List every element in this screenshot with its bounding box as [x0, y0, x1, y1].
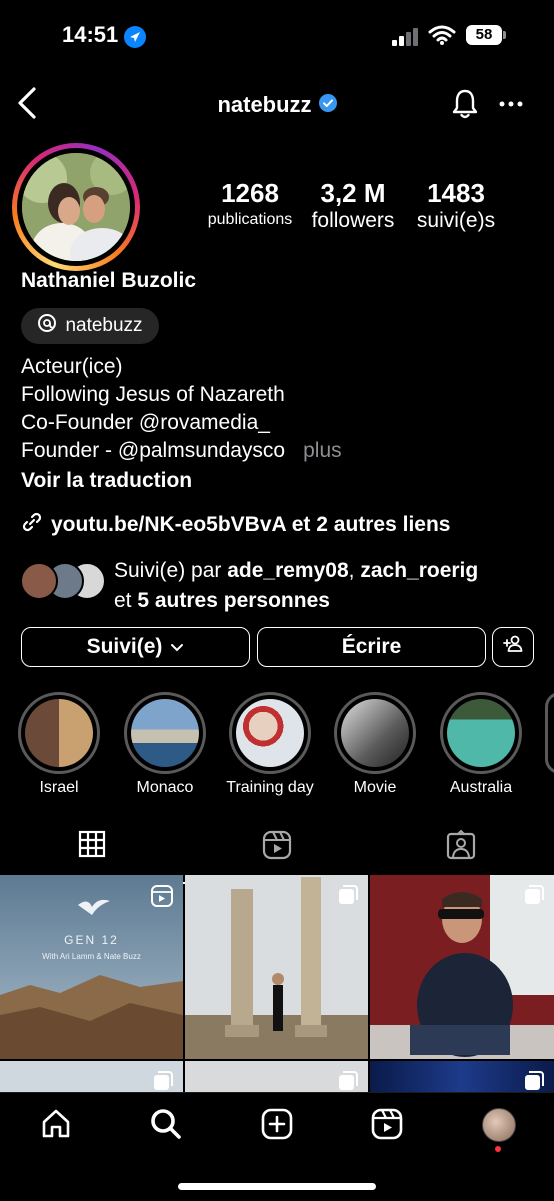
highlight-movie[interactable]	[334, 692, 416, 774]
mutual-followers-text[interactable]: Suivi(e) par ade_remy08, zach_roerig et …	[114, 556, 544, 616]
stat-followers-label: followers	[311, 209, 395, 232]
external-link-text: youtu.be/NK-eo5bVBvA et 2 autres liens	[51, 513, 451, 536]
profile-full-name: Nathaniel Buzolic	[21, 269, 197, 292]
stat-following-value: 1483	[427, 178, 485, 208]
carousel-indicator-icon	[338, 1071, 358, 1092]
mutual-user-2: zach_roerig	[360, 559, 479, 582]
mutual-avatar-1	[20, 562, 58, 600]
link-icon	[21, 511, 43, 539]
highlight-partial[interactable]	[545, 692, 554, 774]
carousel-indicator-icon	[524, 885, 544, 910]
post-2[interactable]	[185, 875, 368, 1059]
tagged-person-icon	[446, 829, 476, 860]
highlight-australia[interactable]	[440, 692, 522, 774]
bio-line-4-row: Founder - @palmsundaysco plus	[21, 439, 342, 463]
create-plus-icon	[261, 1108, 293, 1140]
stat-posts-label: publications	[207, 211, 293, 228]
highlight-training-day-thumb	[236, 699, 304, 767]
stat-posts-value: 1268	[221, 178, 279, 208]
carousel-indicator-icon	[338, 885, 358, 910]
grid-icon	[78, 830, 106, 858]
mutual-followers-avatars[interactable]	[20, 562, 106, 602]
threads-handle: natebuzz	[65, 315, 143, 336]
reels-icon	[262, 830, 292, 860]
threads-icon	[37, 313, 57, 339]
chevron-down-icon	[170, 635, 184, 659]
notification-dot	[495, 1146, 501, 1152]
stat-following-label: suivi(e)s	[416, 209, 496, 232]
home-indicator	[178, 1183, 376, 1190]
highlight-label-australia: Australia	[449, 779, 513, 796]
highlight-israel-thumb	[25, 699, 93, 767]
add-person-icon	[502, 634, 524, 660]
nav-profile-avatar[interactable]	[482, 1108, 516, 1142]
cellular-signal-icon	[392, 28, 422, 51]
external-links[interactable]: youtu.be/NK-eo5bVBvA et 2 autres liens	[21, 511, 450, 539]
reels-icon	[371, 1108, 403, 1140]
profile-avatar[interactable]	[22, 153, 130, 261]
post-4[interactable]	[0, 1061, 183, 1092]
threads-badge[interactable]: natebuzz	[21, 308, 159, 344]
battery-tip	[503, 31, 506, 39]
tab-reels[interactable]	[262, 830, 292, 865]
mutual-user-1: ade_remy08	[227, 559, 349, 582]
bio-more-link[interactable]: plus	[303, 439, 342, 462]
reel-indicator-icon	[151, 885, 173, 912]
stat-followers-value: 3,2 M	[320, 178, 386, 208]
post-3[interactable]	[370, 875, 554, 1059]
more-options-icon[interactable]	[499, 96, 523, 114]
highlight-israel[interactable]	[18, 692, 100, 774]
post-5[interactable]	[185, 1061, 368, 1092]
battery-indicator: 58	[466, 25, 502, 45]
nav-reels[interactable]	[371, 1108, 403, 1145]
stat-following[interactable]: 1483 suivi(e)s	[410, 178, 502, 233]
following-button-label: Suivi(e)	[86, 635, 163, 658]
carousel-indicator-icon	[524, 1071, 544, 1092]
highlight-movie-thumb	[341, 699, 409, 767]
message-button-label: Écrire	[341, 635, 402, 658]
search-icon	[151, 1109, 181, 1139]
suggest-people-button[interactable]	[492, 627, 534, 667]
mutual-prefix: Suivi(e) par	[114, 559, 222, 582]
bio-line-4: Founder - @palmsundaysco	[21, 439, 286, 462]
wifi-icon	[428, 25, 456, 50]
highlight-training-day[interactable]	[229, 692, 311, 774]
status-time: 14:51	[62, 22, 119, 47]
header-username: natebuzz	[217, 92, 312, 117]
bio-line-1: Acteur(ice)	[21, 355, 123, 378]
tab-tagged[interactable]	[446, 829, 476, 865]
highlight-australia-thumb	[447, 699, 515, 767]
highlight-monaco-thumb	[131, 699, 199, 767]
nav-create[interactable]	[261, 1108, 293, 1145]
verified-badge-icon	[318, 92, 337, 118]
highlight-label-training-day: Training day	[226, 779, 314, 796]
stat-followers[interactable]: 3,2 M followers	[302, 178, 404, 233]
see-translation-link[interactable]: Voir la traduction	[21, 469, 192, 493]
highlight-monaco[interactable]	[124, 692, 206, 774]
mutual-others: 5 autres personnes	[137, 589, 330, 612]
bio-line-3: Co-Founder @rovamedia_	[21, 411, 270, 434]
mutual-and: et	[114, 589, 132, 612]
notifications-bell-icon[interactable]	[450, 88, 480, 125]
stat-posts[interactable]: 1268 publications	[196, 178, 304, 229]
tab-grid[interactable]	[78, 830, 106, 863]
nav-home[interactable]	[40, 1108, 72, 1145]
post-1-title: GEN 12	[64, 933, 119, 947]
highlight-label-movie: Movie	[353, 779, 397, 796]
message-button[interactable]: Écrire	[257, 627, 486, 667]
highlight-label-monaco: Monaco	[136, 779, 194, 796]
highlight-label-israel: Israel	[39, 779, 79, 796]
post-1-subtitle: With Ari Lamm & Nate Buzz	[42, 952, 141, 961]
post-1[interactable]: GEN 12 With Ari Lamm & Nate Buzz	[0, 875, 183, 1059]
post-6[interactable]	[370, 1061, 554, 1092]
nav-search[interactable]	[150, 1108, 182, 1145]
following-button[interactable]: Suivi(e)	[21, 627, 250, 667]
bio-line-2: Following Jesus of Nazareth	[21, 383, 285, 406]
carousel-indicator-icon	[153, 1071, 173, 1092]
mutual-separator: ,	[348, 559, 355, 582]
home-icon	[42, 1109, 70, 1138]
location-arrow-icon	[124, 26, 146, 48]
